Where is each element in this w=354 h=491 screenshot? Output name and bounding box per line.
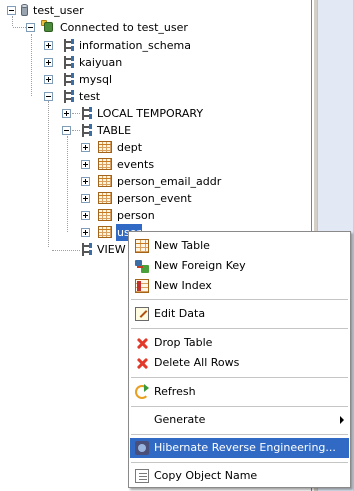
tree-node-label: person bbox=[117, 209, 155, 222]
foreign-key-icon bbox=[135, 259, 149, 273]
menu-separator bbox=[131, 462, 348, 463]
tree-node-label: TABLE bbox=[97, 124, 132, 137]
folder-icon bbox=[80, 124, 93, 137]
menu-item-label: New Index bbox=[154, 279, 212, 292]
menu-separator bbox=[131, 328, 348, 329]
expand-toggle[interactable] bbox=[44, 41, 53, 50]
menu-item-label: Delete All Rows bbox=[154, 356, 240, 369]
menu-item-new-index[interactable]: New Index bbox=[130, 276, 349, 296]
menu-item-new-foreign-key[interactable]: New Foreign Key bbox=[130, 256, 349, 276]
context-menu: New Table New Foreign Key New Index Edit… bbox=[128, 231, 351, 488]
menu-item-drop-table[interactable]: Drop Table bbox=[130, 333, 349, 353]
collapse-toggle[interactable] bbox=[26, 23, 35, 32]
collapse-toggle[interactable] bbox=[62, 126, 71, 135]
tree-node-label: LOCAL TEMPORARY bbox=[97, 107, 204, 120]
connection-icon bbox=[40, 20, 55, 34]
folder-icon bbox=[80, 107, 93, 120]
tree-node-label: mysql bbox=[79, 73, 112, 86]
expand-toggle[interactable] bbox=[44, 75, 53, 84]
collapse-toggle[interactable] bbox=[44, 92, 53, 101]
tree-node-label: test bbox=[79, 90, 101, 103]
menu-item-new-table[interactable]: New Table bbox=[130, 236, 349, 256]
tree-node-label: test_user bbox=[33, 4, 84, 17]
schema-icon bbox=[62, 56, 75, 69]
submenu-arrow-icon bbox=[340, 416, 344, 424]
schema-icon bbox=[62, 39, 75, 52]
new-table-icon bbox=[135, 239, 149, 253]
expand-toggle[interactable] bbox=[62, 109, 71, 118]
menu-item-label: Drop Table bbox=[154, 336, 213, 349]
tree-line bbox=[67, 136, 68, 232]
menu-item-label: New Foreign Key bbox=[154, 259, 246, 272]
menu-item-generate[interactable]: Generate bbox=[130, 410, 349, 430]
collapse-toggle[interactable] bbox=[7, 6, 16, 15]
menu-item-label: Generate bbox=[154, 413, 206, 426]
expand-toggle[interactable] bbox=[81, 228, 90, 237]
menu-separator bbox=[131, 299, 348, 300]
expand-toggle[interactable] bbox=[44, 58, 53, 67]
tree-line bbox=[31, 34, 32, 96]
table-icon bbox=[98, 209, 112, 221]
tree-node-label: person_email_addr bbox=[117, 175, 222, 188]
red-x-icon bbox=[135, 336, 149, 350]
table-icon bbox=[98, 158, 112, 170]
menu-separator bbox=[131, 377, 348, 378]
menu-item-delete-all-rows[interactable]: Delete All Rows bbox=[130, 353, 349, 373]
expand-toggle[interactable] bbox=[81, 143, 90, 152]
menu-item-label: Hibernate Reverse Engineering... bbox=[154, 441, 336, 454]
edit-data-icon bbox=[135, 307, 149, 321]
menu-item-label: Copy Object Name bbox=[154, 469, 258, 482]
copy-icon bbox=[135, 469, 149, 483]
table-icon bbox=[98, 192, 112, 204]
table-icon bbox=[98, 175, 112, 187]
table-icon bbox=[98, 141, 112, 153]
index-icon bbox=[135, 279, 149, 293]
tree-line bbox=[48, 101, 49, 247]
hibernate-icon bbox=[135, 441, 149, 455]
tree-line bbox=[12, 16, 13, 26]
menu-item-label: Refresh bbox=[154, 385, 196, 398]
red-x-icon bbox=[135, 356, 149, 370]
expand-toggle[interactable] bbox=[81, 177, 90, 186]
folder-icon bbox=[80, 243, 93, 256]
tree-node-label: person_event bbox=[117, 192, 192, 205]
tree-node-label: Connected to test_user bbox=[60, 21, 188, 34]
schema-icon bbox=[62, 73, 75, 86]
expand-toggle[interactable] bbox=[81, 194, 90, 203]
menu-item-hibernate-reverse-engineering[interactable]: Hibernate Reverse Engineering... bbox=[130, 438, 349, 458]
tree-line bbox=[72, 113, 80, 114]
tree-node-label: dept bbox=[117, 141, 143, 154]
tree-line bbox=[72, 130, 80, 131]
menu-item-label: Edit Data bbox=[154, 307, 206, 320]
database-icon bbox=[20, 4, 29, 17]
menu-separator bbox=[131, 434, 348, 435]
menu-item-edit-data[interactable]: Edit Data bbox=[130, 304, 349, 324]
schema-icon bbox=[62, 90, 75, 103]
tree-line bbox=[52, 250, 80, 251]
menu-separator bbox=[131, 406, 348, 407]
tree-node-label: information_schema bbox=[79, 39, 191, 52]
menu-item-copy-object-name[interactable]: Copy Object Name bbox=[130, 466, 349, 486]
expand-toggle[interactable] bbox=[81, 211, 90, 220]
menu-item-label: New Table bbox=[154, 239, 210, 252]
table-icon bbox=[98, 226, 112, 238]
tree-node-label: events bbox=[117, 158, 155, 171]
refresh-icon bbox=[135, 384, 149, 399]
menu-item-refresh[interactable]: Refresh bbox=[130, 382, 349, 402]
tree-node-label: kaiyuan bbox=[79, 56, 123, 69]
tree-node-label: VIEW bbox=[97, 243, 126, 256]
expand-toggle[interactable] bbox=[81, 160, 90, 169]
